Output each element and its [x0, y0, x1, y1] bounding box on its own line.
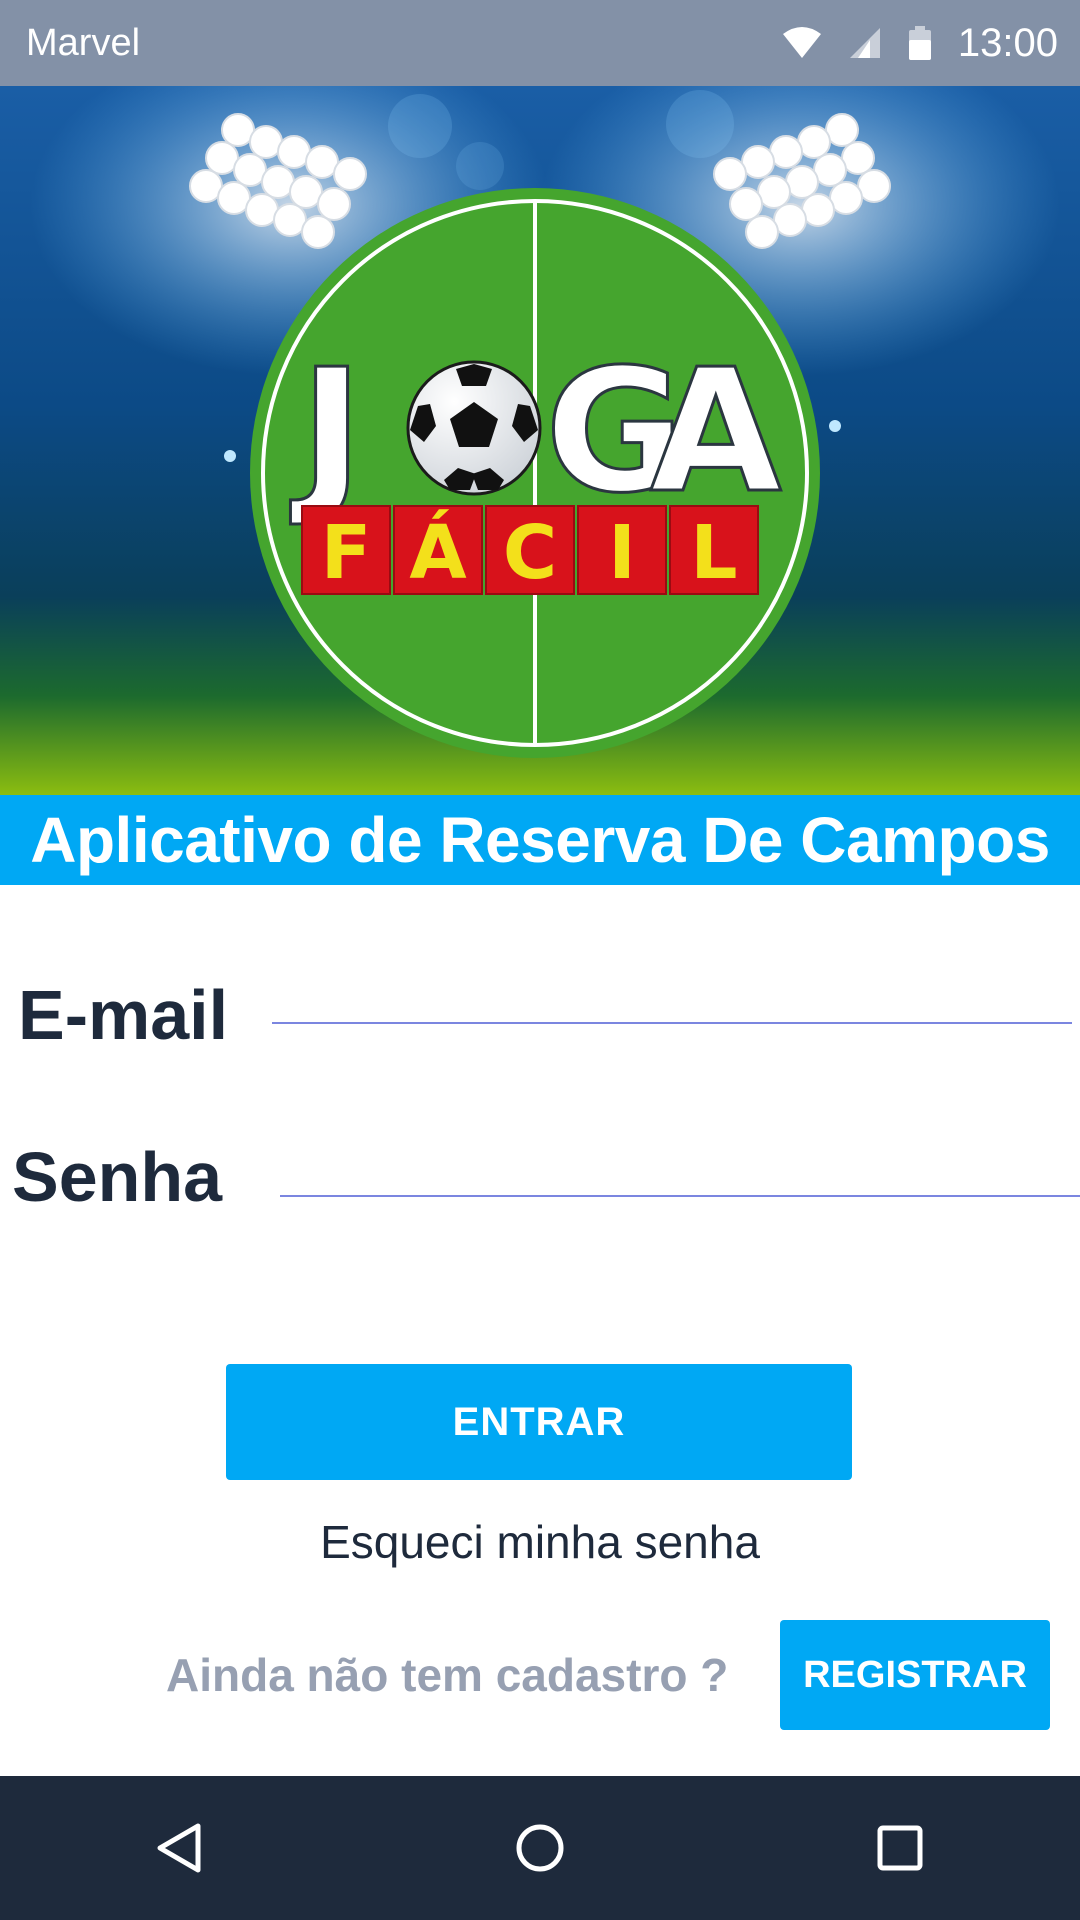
- joga-facil-logo: J G A F Á C I L: [0, 86, 1080, 795]
- email-label: E-mail: [18, 976, 229, 1054]
- login-button[interactable]: ENTRAR: [226, 1364, 852, 1480]
- battery-icon: [908, 26, 932, 60]
- logo-letter: I: [608, 510, 636, 596]
- hero-logo-banner: J G A F Á C I L: [0, 86, 1080, 795]
- cell-signal-icon: [848, 26, 882, 60]
- forgot-password-link[interactable]: Esqueci minha senha: [0, 1515, 1080, 1569]
- clock: 13:00: [957, 20, 1058, 65]
- logo-letter: C: [503, 510, 557, 596]
- status-icons: 13:00: [782, 21, 1058, 66]
- recents-button[interactable]: [840, 1788, 960, 1908]
- navigation-bar: [0, 1776, 1080, 1920]
- wifi-icon: [782, 26, 822, 60]
- back-button[interactable]: [120, 1788, 240, 1908]
- home-icon: [516, 1824, 564, 1872]
- password-input[interactable]: [280, 1195, 1080, 1197]
- home-button[interactable]: [480, 1788, 600, 1908]
- logo-letter: L: [690, 510, 737, 596]
- status-bar: Marvel 13:00: [0, 0, 1080, 86]
- carrier-name: Marvel: [26, 21, 141, 64]
- recents-icon: [877, 1825, 923, 1871]
- email-input[interactable]: [272, 1022, 1072, 1024]
- back-icon: [157, 1823, 201, 1873]
- register-button[interactable]: REGISTRAR: [780, 1620, 1050, 1730]
- signup-prompt: Ainda não tem cadastro ?: [166, 1649, 729, 1701]
- logo-letter: A: [650, 333, 782, 531]
- logo-letter: F: [321, 510, 372, 596]
- logo-letter: Á: [409, 508, 466, 596]
- soccer-ball-icon: [406, 360, 542, 496]
- app-tagline-banner: Aplicativo de Reserva De Campos: [0, 795, 1080, 885]
- password-label: Senha: [12, 1138, 223, 1216]
- logo-letter: J: [290, 333, 363, 531]
